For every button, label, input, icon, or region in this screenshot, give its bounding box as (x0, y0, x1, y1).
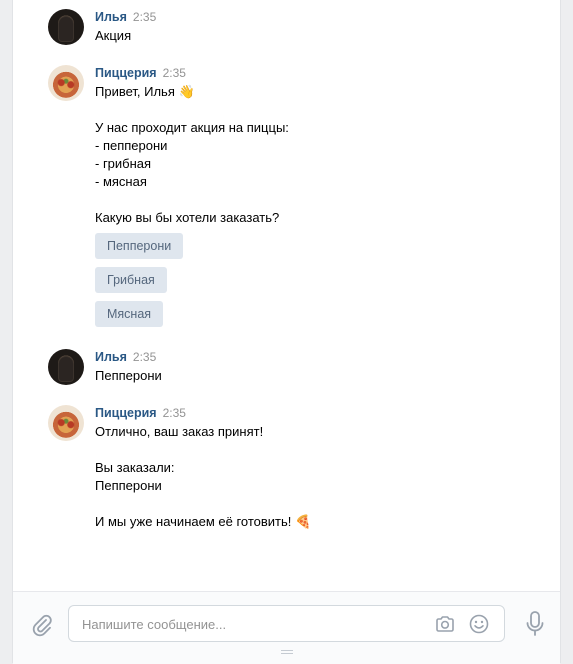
message-author[interactable]: Пиццерия (95, 406, 157, 420)
message-author[interactable]: Пиццерия (95, 66, 157, 80)
message-text: Привет, Илья 👋 У нас проходит акция на п… (95, 84, 289, 225)
keyboard-button-meat[interactable]: Мясная (95, 301, 164, 327)
message-author[interactable]: Илья (95, 350, 127, 364)
message-time: 2:35 (132, 350, 157, 364)
message-time: 2:35 (162, 66, 186, 80)
avatar[interactable] (48, 65, 84, 101)
avatar[interactable] (48, 349, 84, 385)
message: Илья 2:35 Пепперони (48, 349, 550, 385)
message-text: Пепперони (95, 368, 162, 383)
message-time: 2:35 (162, 406, 186, 420)
message-input[interactable] (82, 615, 422, 633)
paperclip-icon[interactable] (29, 612, 55, 638)
avatar[interactable] (48, 9, 84, 45)
keyboard-buttons: Пепперони Грибная Мясная (95, 233, 550, 327)
message: Пиццерия 2:35 Отлично, ваш заказ принят! … (48, 405, 550, 531)
message: Пиццерия 2:35 Привет, Илья 👋 У нас проход… (48, 65, 550, 335)
message-input-box[interactable] (68, 605, 505, 642)
resize-handle-icon[interactable] (280, 649, 294, 655)
smile-icon[interactable] (468, 613, 490, 635)
microphone-icon[interactable] (524, 610, 546, 638)
message-author[interactable]: Илья (95, 10, 127, 24)
camera-icon[interactable] (434, 613, 456, 635)
message-list: Илья 2:35 Акция Пиццерия 2:35 Привет, Илья… (13, 0, 560, 591)
chat-window: Илья 2:35 Акция Пиццерия 2:35 Привет, Илья… (12, 0, 561, 664)
keyboard-button-mushroom[interactable]: Грибная (95, 267, 167, 293)
avatar[interactable] (48, 405, 84, 441)
message-text: Отлично, ваш заказ принят! Вы заказали: … (95, 424, 312, 529)
message-time: 2:35 (132, 10, 157, 24)
message: Илья 2:35 Акция (48, 9, 550, 45)
keyboard-button-pepperoni[interactable]: Пепперони (95, 233, 184, 259)
message-text: Акция (95, 28, 132, 43)
composer (13, 591, 560, 664)
